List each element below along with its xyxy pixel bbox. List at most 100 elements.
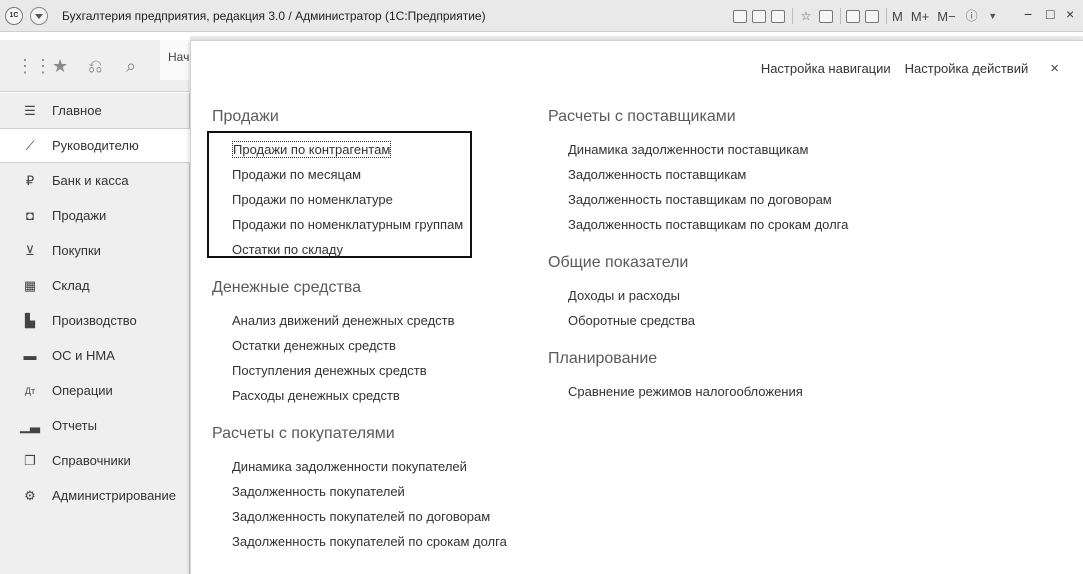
sidebar-item-label: Продажи bbox=[52, 208, 107, 223]
report-link[interactable]: Остатки по складу bbox=[212, 237, 507, 262]
sidebar-item-manager[interactable]: ⟋ Руководителю bbox=[0, 128, 190, 163]
bag-icon: ◘ bbox=[26, 208, 34, 223]
group-general: Общие показатели Доходы и расходы Оборот… bbox=[548, 253, 848, 333]
sidebar-item-label: Производство bbox=[52, 313, 137, 328]
sidebar-item-administration[interactable]: ⚙ Администрирование bbox=[0, 478, 189, 513]
maximize-button[interactable]: □ bbox=[1046, 6, 1054, 22]
sidebar-item-label: Главное bbox=[52, 103, 102, 118]
minimize-button[interactable]: − bbox=[1024, 6, 1032, 22]
print-icon[interactable] bbox=[752, 9, 766, 23]
sidebar: ☰ Главное ⟋ Руководителю ₽ Банк и касса … bbox=[0, 93, 190, 574]
apps-grid-icon[interactable]: ⋮⋮ bbox=[16, 56, 52, 77]
report-link[interactable]: Задолженность покупателей по срокам долг… bbox=[212, 529, 507, 554]
memory-plus-button[interactable]: M+ bbox=[911, 9, 929, 24]
bookmark-icon[interactable] bbox=[819, 9, 833, 23]
sidebar-item-sales[interactable]: ◘ Продажи bbox=[0, 198, 189, 233]
reference-books-icon: ❐ bbox=[24, 452, 36, 468]
info-icon[interactable]: ⓘ bbox=[964, 8, 980, 24]
report-link[interactable]: Доходы и расходы bbox=[548, 283, 848, 308]
report-link-label: Продажи по контрагентам bbox=[232, 141, 392, 158]
group-title: Планирование bbox=[548, 350, 658, 367]
group-cash: Денежные средства Анализ движений денежн… bbox=[212, 278, 507, 408]
section-panel: Настройка навигации Настройка действий ×… bbox=[190, 40, 1083, 574]
close-panel-button[interactable]: × bbox=[1050, 60, 1059, 77]
report-link[interactable]: Анализ движений денежных средств bbox=[212, 308, 507, 333]
group-title: Расчеты с покупателями bbox=[212, 425, 395, 442]
toolbar: ☆ M M+ M− ⓘ ▼ bbox=[733, 6, 1006, 26]
history-icon[interactable]: ⎌ bbox=[88, 56, 102, 77]
main-menu-button[interactable] bbox=[30, 7, 48, 25]
sidebar-item-operations[interactable]: Дт Операции bbox=[0, 373, 189, 408]
report-link[interactable]: Задолженность поставщикам по договорам bbox=[548, 187, 848, 212]
report-link[interactable]: Продажи по номенклатурным группам bbox=[212, 212, 507, 237]
close-window-button[interactable]: × bbox=[1066, 6, 1074, 22]
sidebar-item-label: Банк и касса bbox=[52, 173, 129, 188]
report-link[interactable]: Продажи по месяцам bbox=[212, 162, 507, 187]
report-link[interactable]: Задолженность поставщикам по срокам долг… bbox=[548, 212, 848, 237]
sidebar-item-label: Склад bbox=[52, 278, 90, 293]
toolbar-divider bbox=[886, 8, 887, 24]
calculator-icon[interactable] bbox=[846, 9, 860, 23]
report-link[interactable]: Задолженность покупателей bbox=[212, 479, 507, 504]
report-link[interactable]: Расходы денежных средств bbox=[212, 383, 507, 408]
group-title: Продажи bbox=[212, 108, 279, 125]
action-settings-link[interactable]: Настройка действий bbox=[905, 61, 1029, 76]
title-bar: 1С Бухгалтерия предприятия, редакция 3.0… bbox=[0, 0, 1083, 32]
chevron-down-icon[interactable]: ▼ bbox=[985, 8, 1001, 24]
report-link[interactable]: Остатки денежных средств bbox=[212, 333, 507, 358]
group-title: Расчеты с поставщиками bbox=[548, 108, 736, 125]
sidebar-item-production[interactable]: ▙ Производство bbox=[0, 303, 189, 338]
sidebar-item-references[interactable]: ❐ Справочники bbox=[0, 443, 189, 478]
trend-icon: ⟋ bbox=[25, 137, 35, 153]
report-link[interactable]: Поступления денежных средств bbox=[212, 358, 507, 383]
panel-actions: Настройка навигации Настройка действий × bbox=[747, 60, 1059, 77]
save-icon[interactable] bbox=[733, 9, 747, 23]
group-planning: Планирование Сравнение режимов налогообл… bbox=[548, 349, 848, 404]
star-icon[interactable]: ★ bbox=[52, 56, 68, 77]
sidebar-item-label: Администрирование bbox=[52, 488, 176, 503]
report-chart-icon: ▁▃ bbox=[20, 417, 40, 433]
warehouse-icon: ▦ bbox=[23, 277, 37, 293]
calendar-icon[interactable] bbox=[865, 9, 879, 23]
menu-lines-icon: ☰ bbox=[24, 102, 36, 118]
cart-icon: ⊻ bbox=[25, 242, 35, 258]
ruble-icon: ₽ bbox=[25, 172, 35, 188]
group-title: Денежные средства bbox=[212, 279, 361, 296]
sidebar-item-bank[interactable]: ₽ Банк и касса bbox=[0, 163, 189, 198]
memory-button[interactable]: M bbox=[892, 9, 903, 24]
sidebar-item-label: ОС и НМА bbox=[52, 348, 115, 363]
sidebar-item-label: Покупки bbox=[52, 243, 101, 258]
sidebar-item-main[interactable]: ☰ Главное bbox=[0, 93, 189, 128]
report-link[interactable]: Задолженность поставщикам bbox=[548, 162, 848, 187]
sidebar-item-label: Отчеты bbox=[52, 418, 97, 433]
factory-icon: ▙ bbox=[25, 312, 35, 328]
search-icon[interactable]: ⌕ bbox=[126, 56, 136, 77]
app-logo-icon[interactable]: 1С bbox=[5, 7, 23, 25]
sidebar-item-label: Операции bbox=[52, 383, 113, 398]
toolbar-divider bbox=[792, 8, 793, 24]
sidebar-item-fixed-assets[interactable]: ▬ ОС и НМА bbox=[0, 338, 189, 373]
left-column: Продажи Продажи по контрагентам Продажи … bbox=[212, 107, 507, 570]
tab-home-label: Нач bbox=[168, 50, 190, 64]
sidebar-item-reports[interactable]: ▁▃ Отчеты bbox=[0, 408, 189, 443]
group-customers: Расчеты с покупателями Динамика задолжен… bbox=[212, 424, 507, 554]
report-link[interactable]: Динамика задолженности покупателей bbox=[212, 454, 507, 479]
report-link[interactable]: Оборотные средства bbox=[548, 308, 848, 333]
report-link[interactable]: Продажи по номенклатуре bbox=[212, 187, 507, 212]
favorites-icon[interactable]: ☆ bbox=[798, 8, 814, 24]
gear-icon: ⚙ bbox=[24, 487, 36, 503]
group-title: Общие показатели bbox=[548, 254, 689, 271]
group-suppliers: Расчеты с поставщиками Динамика задолжен… bbox=[548, 107, 848, 237]
sidebar-item-purchases[interactable]: ⊻ Покупки bbox=[0, 233, 189, 268]
dt-kt-icon: Дт bbox=[24, 385, 36, 396]
report-link[interactable]: Задолженность покупателей по договорам bbox=[212, 504, 507, 529]
report-link[interactable]: Продажи по контрагентам bbox=[212, 137, 507, 162]
preview-icon[interactable] bbox=[771, 9, 785, 23]
navigation-settings-link[interactable]: Настройка навигации bbox=[761, 61, 891, 76]
right-column: Расчеты с поставщиками Динамика задолжен… bbox=[548, 107, 848, 420]
report-link[interactable]: Динамика задолженности поставщикам bbox=[548, 137, 848, 162]
window-title: Бухгалтерия предприятия, редакция 3.0 / … bbox=[62, 9, 486, 23]
sidebar-item-warehouse[interactable]: ▦ Склад bbox=[0, 268, 189, 303]
report-link[interactable]: Сравнение режимов налогообложения bbox=[548, 379, 848, 404]
memory-minus-button[interactable]: M− bbox=[937, 9, 955, 24]
